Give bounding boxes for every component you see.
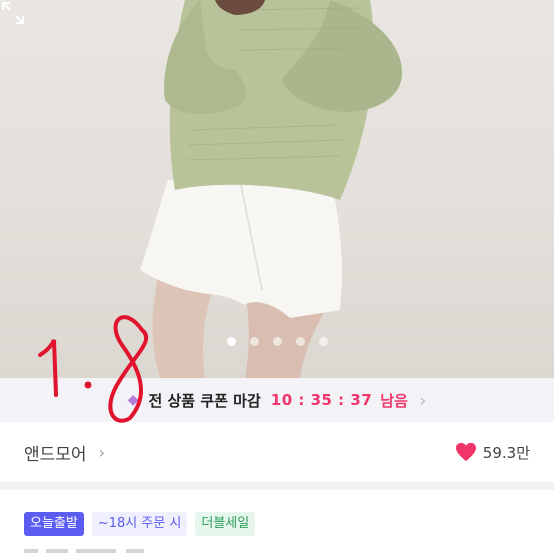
- shipping-tags: 오늘출발 ~18시 주문 시 더블세일: [24, 512, 256, 536]
- carousel-dot[interactable]: [226, 337, 236, 346]
- chevron-right-icon: ›: [419, 390, 427, 410]
- product-image[interactable]: [0, 0, 554, 378]
- carousel-dot[interactable]: [249, 337, 259, 346]
- carousel-indicator[interactable]: [0, 337, 554, 346]
- tag-double-sale: 더블세일: [195, 512, 256, 536]
- carousel-dot[interactable]: [318, 337, 328, 346]
- product-photo-illustration: [140, 0, 403, 378]
- coupon-remain-label: 남음: [380, 391, 408, 410]
- like-button[interactable]: 59.3만: [455, 442, 530, 463]
- carousel-dot[interactable]: [295, 337, 305, 346]
- carousel-dot[interactable]: [272, 337, 282, 346]
- like-count: 59.3만: [482, 443, 530, 462]
- coupon-timer: 10 : 35 : 37: [270, 391, 373, 409]
- coupon-countdown-banner[interactable]: ◆ 전 상품 쿠폰 마감 10 : 35 : 37 남음 ›: [0, 378, 554, 422]
- brand-name[interactable]: 앤드모어: [24, 440, 87, 465]
- expand-icon[interactable]: [0, 0, 26, 26]
- heart-icon: [455, 442, 476, 462]
- brand-row[interactable]: 앤드모어 › 59.3만: [0, 422, 554, 490]
- tag-order-cutoff: ~18시 주문 시: [91, 512, 188, 536]
- chevron-right-icon: ›: [98, 442, 105, 462]
- tag-today-shipping: 오늘출발: [24, 512, 84, 536]
- cropped-text-line: [24, 549, 144, 553]
- coupon-text: 전 상품 쿠폰 마감: [148, 391, 261, 410]
- coupon-icon: ◆: [127, 392, 139, 408]
